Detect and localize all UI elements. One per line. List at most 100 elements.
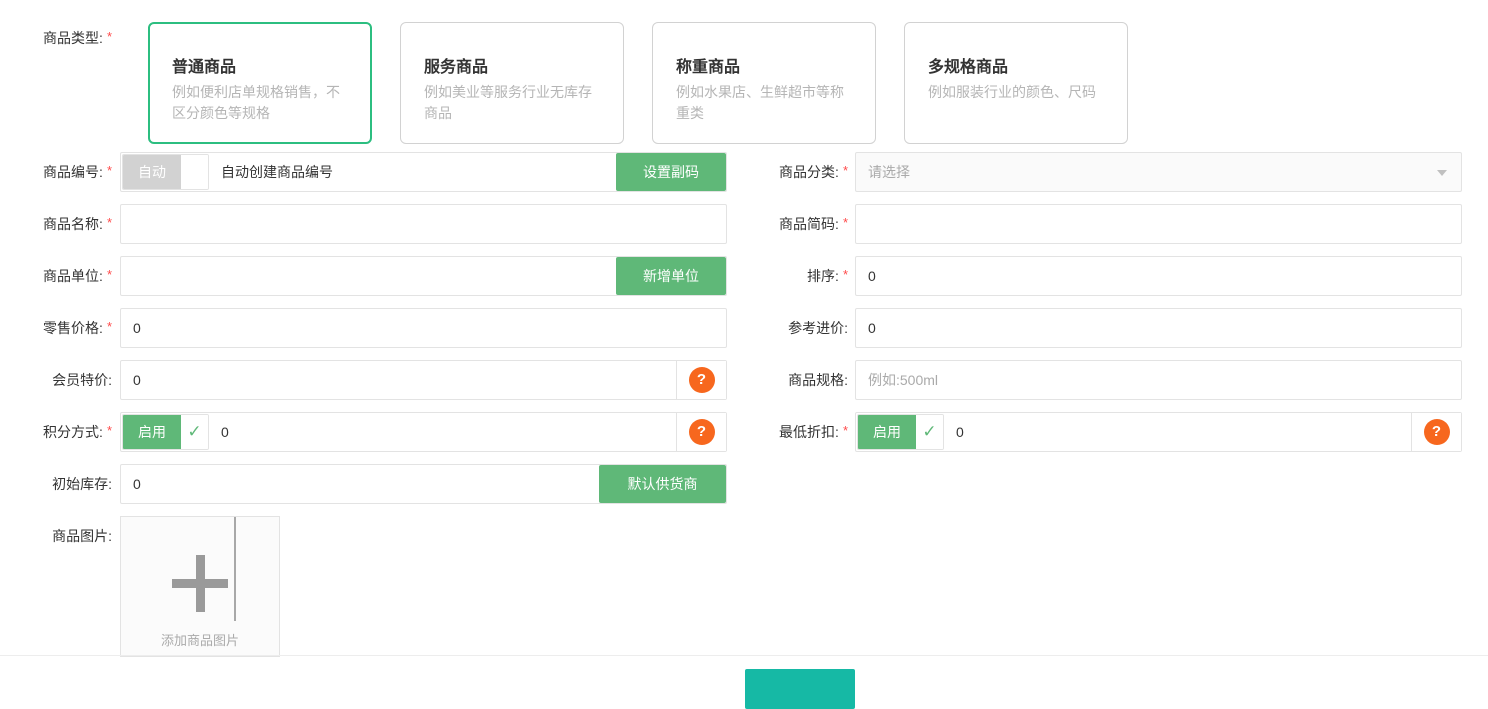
reference-price-field [855,308,1462,348]
required-mark: * [107,215,112,230]
toggle-label: 自动 [123,155,181,189]
help-icon[interactable]: ? [689,419,715,445]
retail-price-field [120,308,727,348]
unit-input-group: 新增单位 [120,256,727,296]
label-text: 商品图片: [52,528,112,544]
product-image-row: 商品图片: 添加商品图片 [0,516,1488,657]
product-image-label: 商品图片: [0,516,112,657]
reference-price-input[interactable] [856,309,1461,347]
short-code-input[interactable] [856,205,1461,243]
card-desc: 例如水果店、生鲜超市等称重类 [676,82,857,124]
required-mark: * [843,163,848,178]
add-unit-button[interactable]: 新增单位 [616,257,726,295]
required-mark: * [107,29,112,44]
category-label: 商品分类: * [727,152,848,192]
required-mark: * [107,319,112,334]
member-price-label: 会员特价: [0,360,112,400]
label-text: 排序: [807,268,839,284]
category-select[interactable]: 请选择 [855,152,1462,192]
label-text: 初始库存: [52,476,112,492]
help-icon[interactable]: ? [689,367,715,393]
short-code-label: 商品简码: * [727,204,848,244]
required-mark: * [107,163,112,178]
card-title: 称重商品 [676,53,857,77]
vertical-line [234,517,236,621]
card-title: 服务商品 [424,53,605,77]
min-discount-field: 启用 ✓ ? [855,412,1462,452]
label-text: 商品分类: [779,164,839,180]
submit-button[interactable] [745,669,855,709]
card-weighed-product[interactable]: 称重商品 例如水果店、生鲜超市等称重类 [652,22,876,144]
label-text: 参考进价: [788,320,848,336]
default-supplier-button[interactable]: 默认供货商 [599,465,726,503]
set-subcode-button[interactable]: 设置副码 [616,153,726,191]
input-append: ? [1411,413,1461,451]
check-icon: ✓ [181,415,208,449]
product-name-input-group [120,204,727,244]
product-name-input[interactable] [121,205,726,243]
sort-input-group [855,256,1462,296]
short-code-input-group [855,204,1462,244]
required-mark: * [843,267,848,282]
input-append: ? [676,361,726,399]
help-icon[interactable]: ? [1424,419,1450,445]
points-mode-input[interactable] [209,413,676,451]
form-row: 商品编号: * 自动 设置副码 商品分类: * 请选择 [0,152,1488,192]
label-text: 积分方式: [43,424,103,440]
check-icon: ✓ [916,415,943,449]
unit-field: 新增单位 [120,256,727,296]
label-text: 商品单位: [43,268,103,284]
required-mark: * [107,423,112,438]
sort-field [855,256,1462,296]
label-text: 商品规格: [788,372,848,388]
spec-input[interactable] [856,361,1461,399]
product-type-label: 商品类型:* [0,22,112,144]
toggle-knob [181,155,208,189]
spec-label: 商品规格: [727,360,848,400]
card-desc: 例如便利店单规格销售，不区分颜色等规格 [172,82,353,124]
card-title: 多规格商品 [928,53,1109,77]
retail-price-input[interactable] [121,309,726,347]
product-type-cards: 普通商品 例如便利店单规格销售，不区分颜色等规格 服务商品 例如美业等服务行业无… [148,22,1156,144]
retail-price-input-group [120,308,727,348]
card-desc: 例如服装行业的颜色、尺码 [928,82,1109,103]
card-multi-spec-product[interactable]: 多规格商品 例如服装行业的颜色、尺码 [904,22,1128,144]
member-price-input[interactable] [121,361,676,399]
required-mark: * [107,267,112,282]
retail-price-label: 零售价格: * [0,308,112,348]
label-text: 商品编号: [43,164,103,180]
product-name-field [120,204,727,244]
category-field: 请选择 [855,152,1462,192]
reference-price-label: 参考进价: [727,308,848,348]
toggle-label: 启用 [858,415,916,449]
min-discount-input[interactable] [944,413,1411,451]
product-code-label: 商品编号: * [0,152,112,192]
auto-code-toggle[interactable]: 自动 [122,154,209,190]
sort-input[interactable] [856,257,1461,295]
select-placeholder: 请选择 [856,162,1461,182]
label-text: 零售价格: [43,320,103,336]
points-mode-toggle[interactable]: 启用 ✓ [122,414,209,450]
initial-stock-label: 初始库存: [0,464,112,504]
card-service-product[interactable]: 服务商品 例如美业等服务行业无库存商品 [400,22,624,144]
form-row: 商品名称: * 商品简码: * [0,204,1488,244]
upload-image-box[interactable]: 添加商品图片 [120,516,280,657]
min-discount-toggle[interactable]: 启用 ✓ [857,414,944,450]
sort-label: 排序: * [727,256,848,296]
label-text: 商品简码: [779,216,839,232]
initial-stock-input-group: 默认供货商 [120,464,727,504]
toggle-label: 启用 [123,415,181,449]
required-mark: * [843,215,848,230]
required-mark: * [843,423,848,438]
form-row: 初始库存: 默认供货商 [0,464,1488,504]
card-normal-product[interactable]: 普通商品 例如便利店单规格销售，不区分颜色等规格 [148,22,372,144]
plus-icon [196,555,205,612]
unit-label: 商品单位: * [0,256,112,296]
member-price-input-group: ? [120,360,727,400]
form-row: 零售价格: * 参考进价: [0,308,1488,348]
label-text: 商品名称: [43,216,103,232]
chevron-down-icon [1437,170,1447,176]
points-mode-field: 启用 ✓ ? [120,412,727,452]
reference-price-input-group [855,308,1462,348]
min-discount-label: 最低折扣:* [727,412,848,452]
